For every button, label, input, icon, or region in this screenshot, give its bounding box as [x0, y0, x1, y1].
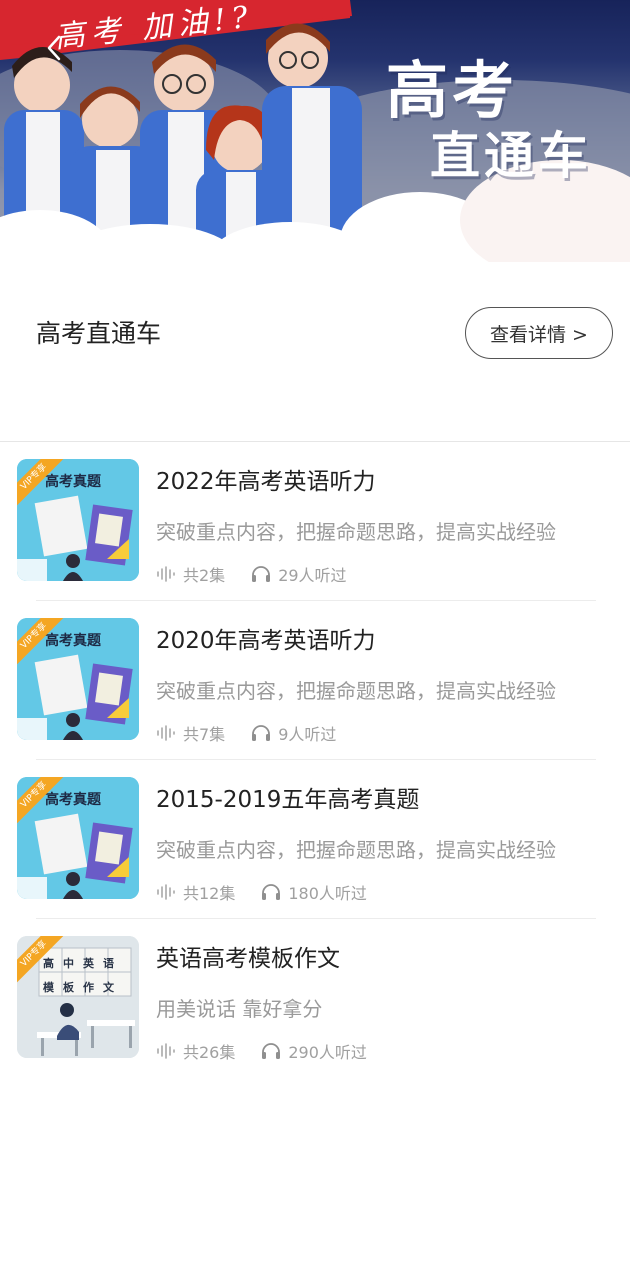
section-header: 高考直通车 查看详情 > — [0, 272, 630, 442]
listen-count: 290人听过 — [261, 1039, 367, 1063]
listen-count-label: 9人听过 — [278, 725, 337, 744]
chevron-left-icon — [47, 35, 61, 61]
headphones-icon — [252, 725, 271, 741]
section-title: 高考直通车 — [36, 319, 162, 348]
episode-count: 共7集 — [156, 721, 225, 745]
course-description: 突破重点内容，把握命题思路，提高实战经验 — [156, 679, 556, 703]
audio-wave-icon — [157, 725, 175, 741]
hero-banner: 高考 加油!? 高考 直通车 — [0, 0, 630, 272]
course-meta: 共12集 180人听过 — [156, 880, 367, 904]
audio-wave-icon — [157, 566, 175, 582]
episode-count: 共12集 — [156, 880, 235, 904]
course-description: 突破重点内容，把握命题思路，提高实战经验 — [156, 520, 556, 544]
course-title: 2022年高考英语听力 — [156, 469, 376, 495]
cover-title: 高考真题 — [45, 474, 101, 490]
cover-title: 高考真题 — [45, 792, 101, 808]
course-description: 突破重点内容，把握命题思路，提高实战经验 — [156, 838, 556, 862]
listen-count-label: 180人听过 — [288, 884, 367, 903]
episode-count-label: 共26集 — [183, 1043, 236, 1062]
course-meta: 共26集 290人听过 — [156, 1039, 367, 1063]
episode-count: 共26集 — [156, 1039, 235, 1063]
episode-count-label: 共12集 — [183, 884, 236, 903]
course-cover: 高考真题 VIP专享 — [17, 459, 139, 581]
course-item[interactable]: VIP专享 高中英语模板作文 英语高考模板作文 用美说话 靠好拿分 共26集 2… — [0, 919, 630, 1078]
course-title: 2020年高考英语听力 — [156, 628, 376, 654]
course-title: 英语高考模板作文 — [156, 946, 340, 972]
course-cover: VIP专享 高中英语模板作文 — [17, 936, 139, 1058]
cover-title: 高中英语模板作文 — [43, 957, 123, 994]
course-item[interactable]: 高考真题 VIP专享 2020年高考英语听力 突破重点内容，把握命题思路，提高实… — [0, 601, 630, 760]
course-cover: 高考真题 VIP专享 — [17, 777, 139, 899]
headphones-icon — [262, 884, 281, 900]
listen-count: 180人听过 — [261, 880, 367, 904]
course-item[interactable]: 高考真题 VIP专享 2015-2019五年高考真题 突破重点内容，把握命题思路… — [0, 760, 630, 919]
course-list: 高考真题 VIP专享 2022年高考英语听力 突破重点内容，把握命题思路，提高实… — [0, 442, 630, 1078]
cover-title: 高考真题 — [45, 633, 101, 649]
course-meta: 共2集 29人听过 — [156, 562, 347, 586]
listen-count-label: 29人听过 — [278, 566, 347, 585]
listen-count: 29人听过 — [251, 562, 347, 586]
course-meta: 共7集 9人听过 — [156, 721, 336, 745]
listen-count-label: 290人听过 — [288, 1043, 367, 1062]
back-button[interactable] — [34, 28, 74, 68]
course-cover: 高考真题 VIP专享 — [17, 618, 139, 740]
audio-wave-icon — [157, 1043, 175, 1059]
headphones-icon — [262, 1043, 281, 1059]
episode-count: 共2集 — [156, 562, 225, 586]
episode-count-label: 共7集 — [183, 725, 226, 744]
banner-title-line2: 直通车 — [430, 127, 592, 185]
audio-wave-icon — [157, 884, 175, 900]
listen-count: 9人听过 — [251, 721, 336, 745]
course-description: 用美说话 靠好拿分 — [156, 997, 323, 1021]
course-title: 2015-2019五年高考真题 — [156, 787, 420, 813]
course-item[interactable]: 高考真题 VIP专享 2022年高考英语听力 突破重点内容，把握命题思路，提高实… — [0, 442, 630, 601]
view-details-button[interactable]: 查看详情 > — [465, 307, 613, 359]
episode-count-label: 共2集 — [183, 566, 226, 585]
headphones-icon — [252, 566, 271, 582]
